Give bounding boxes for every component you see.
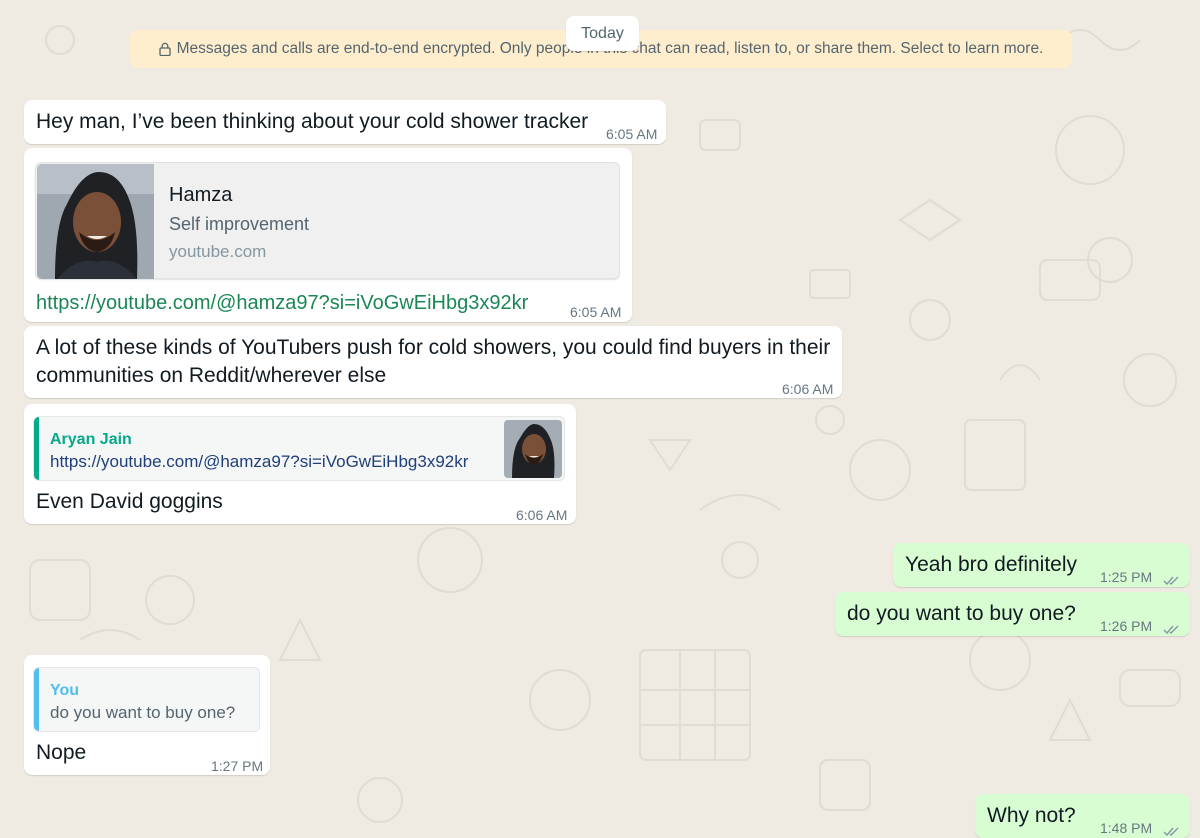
message-incoming-reply[interactable]: Aryan Jain https://youtube.com/@hamza97?… (24, 404, 576, 524)
double-check-icon (1163, 615, 1181, 635)
message-text: Even David goggins (36, 490, 223, 513)
message-time: 1:25 PM (1100, 569, 1153, 585)
message-time: 6:05 AM (570, 304, 622, 320)
message-time: 6:06 AM (516, 507, 568, 523)
message-incoming[interactable]: A lot of these kinds of YouTubers push f… (24, 326, 842, 398)
message-link[interactable]: https://youtube.com/@hamza97?si=iVoGwEiH… (36, 289, 528, 317)
message-text: Why not? (987, 804, 1076, 827)
link-preview-title: Hamza (169, 184, 233, 206)
link-preview-description: Self improvement (169, 214, 310, 234)
message-text-line: communities on Reddit/wherever else (36, 364, 387, 387)
date-chip: Today (566, 16, 639, 51)
double-check-icon (1163, 566, 1181, 586)
message-time: 1:27 PM (211, 758, 264, 774)
message-text: Nope (36, 741, 87, 764)
quote-body: https://youtube.com/@hamza97?si=iVoGwEiH… (50, 452, 469, 471)
date-chip-label: Today (581, 24, 624, 42)
message-text: Yeah bro definitely (905, 553, 1078, 576)
link-preview-thumbnail (37, 164, 154, 279)
message-time: 1:48 PM (1100, 820, 1153, 836)
message-incoming-link[interactable]: Hamza Self improvement youtube.com https… (24, 148, 632, 322)
link-preview-domain: youtube.com (169, 242, 267, 261)
quote-body: do you want to buy one? (50, 703, 236, 722)
message-time: 6:06 AM (782, 381, 834, 397)
quoted-message[interactable]: Aryan Jain https://youtube.com/@hamza97?… (33, 416, 565, 481)
message-time: 1:26 PM (1100, 618, 1153, 634)
message-outgoing[interactable]: Yeah bro definitely 1:25 PM (893, 543, 1190, 587)
quote-accent-bar (34, 668, 39, 731)
message-outgoing[interactable]: do you want to buy one? 1:26 PM (835, 592, 1190, 636)
message-text-line: A lot of these kinds of YouTubers push f… (36, 336, 831, 359)
link-preview-card[interactable]: Hamza Self improvement youtube.com (35, 162, 620, 279)
message-outgoing[interactable]: Why not? 1:48 PM (975, 794, 1190, 838)
quoted-message[interactable]: You do you want to buy one? (33, 667, 260, 732)
message-text: do you want to buy one? (847, 602, 1076, 625)
message-incoming-reply[interactable]: You do you want to buy one? Nope 1:27 PM (24, 655, 270, 775)
lock-icon (158, 42, 171, 56)
quote-accent-bar (34, 417, 39, 480)
message-incoming[interactable]: Hey man, I’ve been thinking about your c… (24, 100, 666, 144)
quote-thumbnail (504, 420, 562, 478)
message-text: Hey man, I’ve been thinking about your c… (36, 110, 589, 133)
double-check-icon (1163, 817, 1181, 837)
message-time: 6:05 AM (606, 126, 658, 142)
